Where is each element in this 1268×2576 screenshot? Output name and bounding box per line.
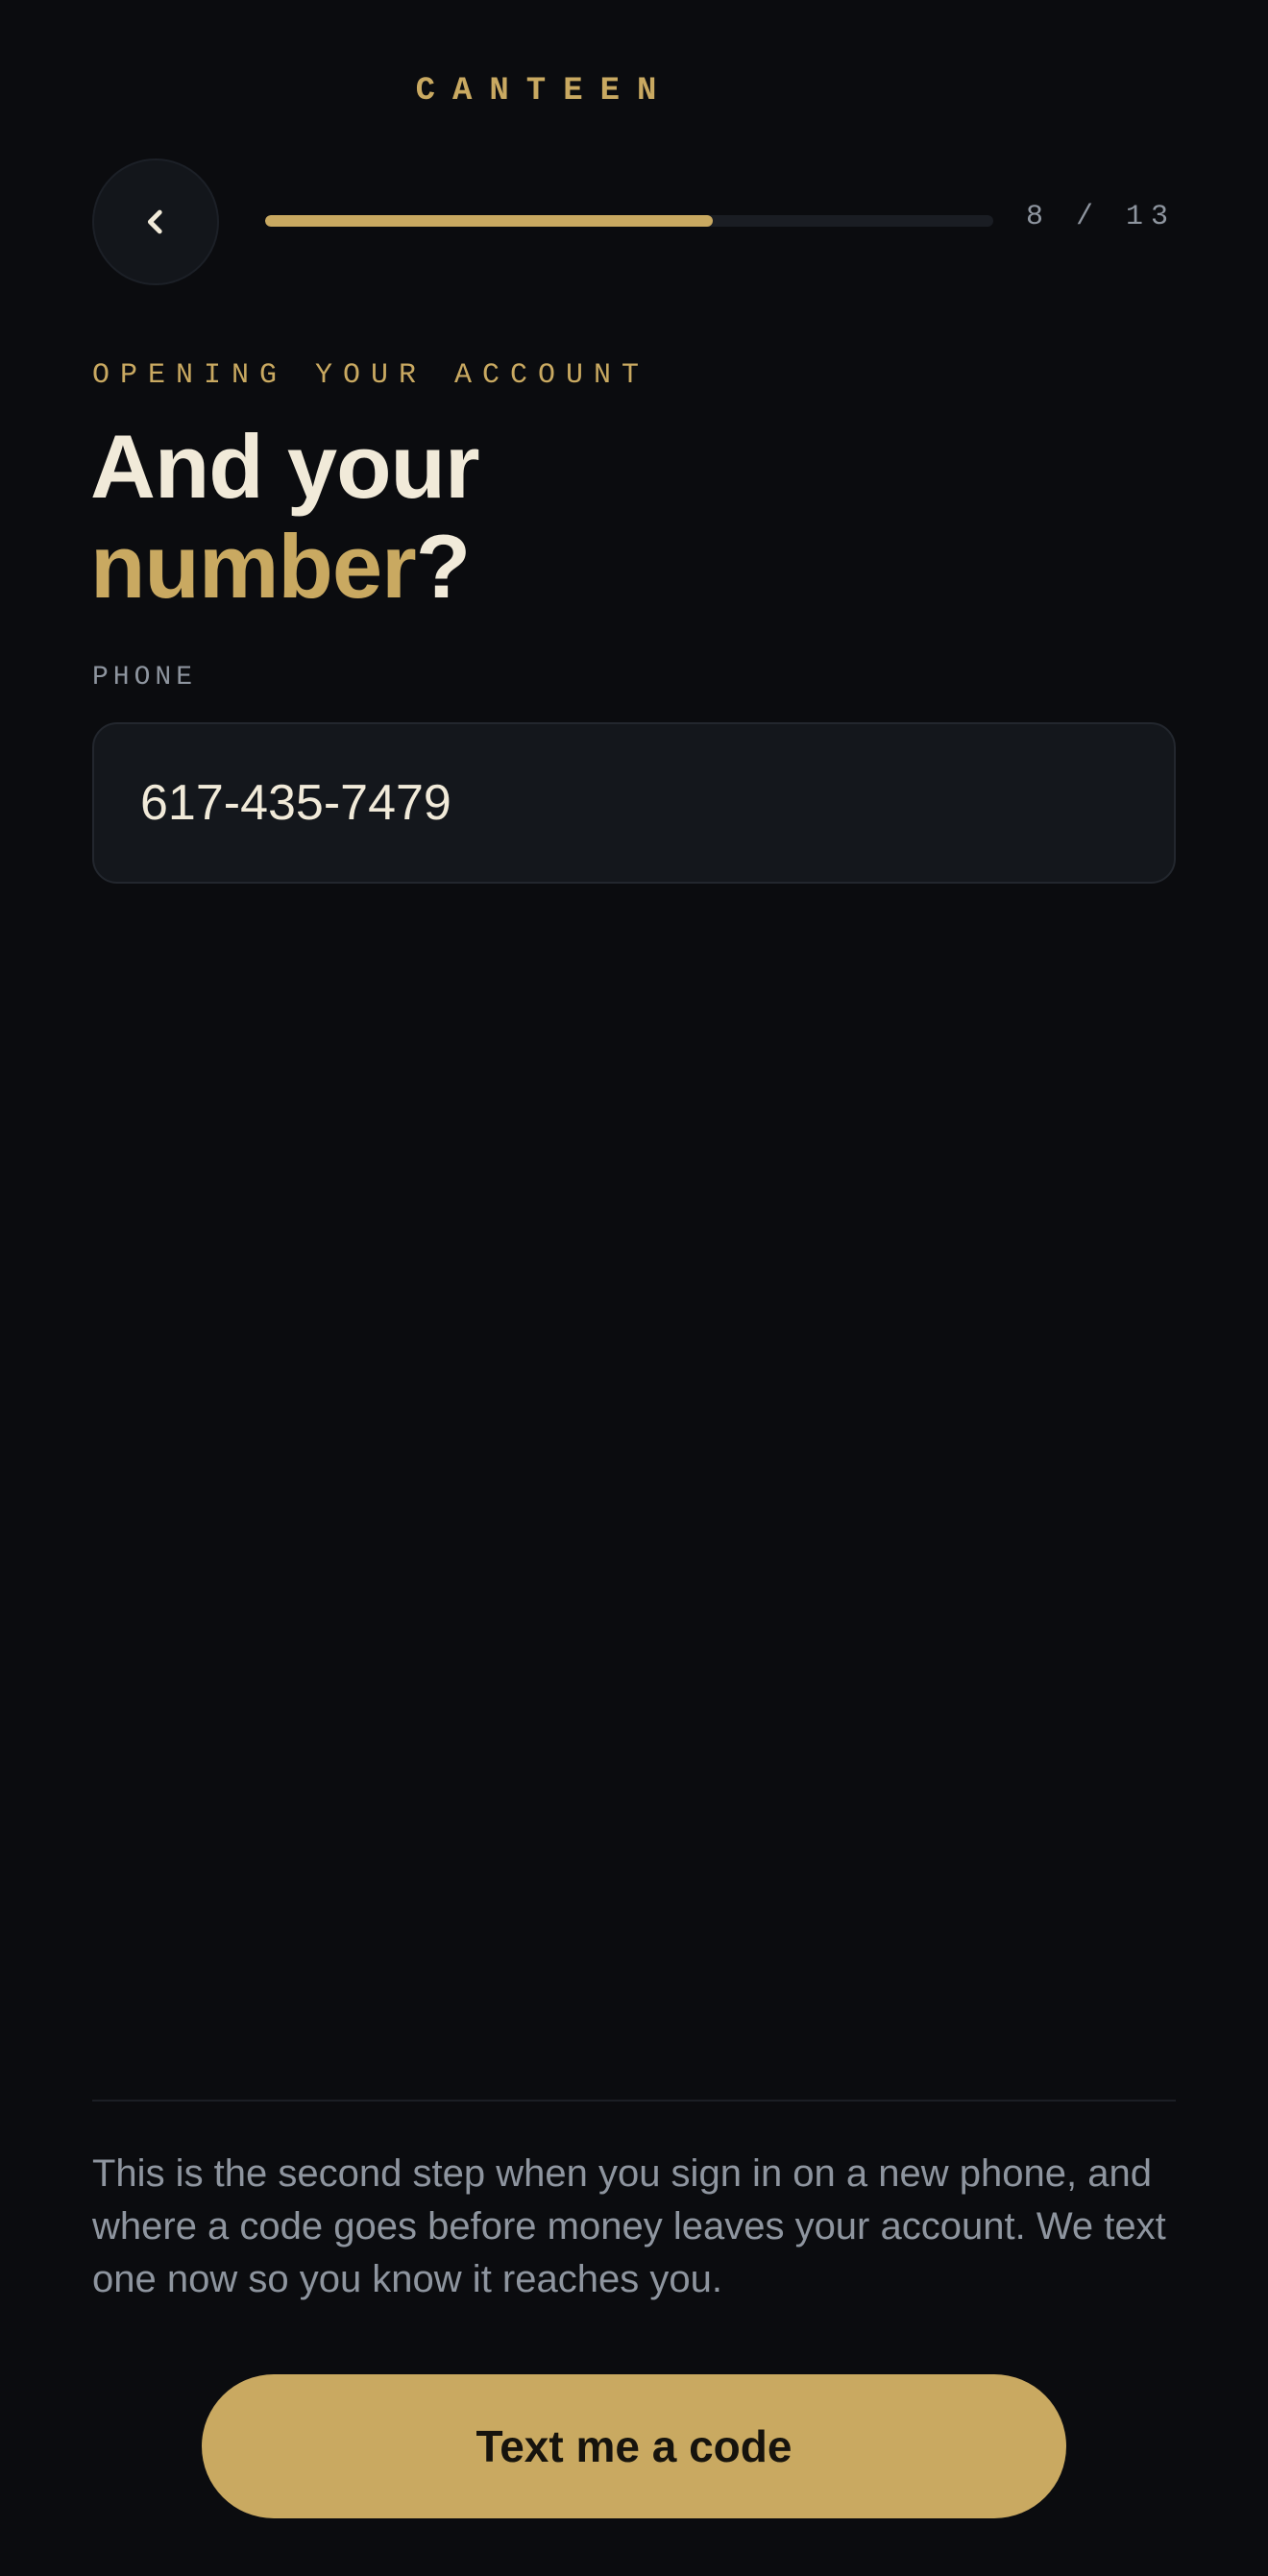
step-counter: 8 / 13: [1025, 201, 1176, 233]
progress-bar: [265, 215, 993, 227]
text-me-code-button[interactable]: Text me a code: [202, 2374, 1066, 2518]
phone-input[interactable]: [92, 722, 1176, 884]
back-button[interactable]: [92, 158, 219, 285]
footer-divider: [92, 2100, 1176, 2102]
page-title: And your number?: [90, 416, 480, 617]
phone-label: PHONE: [92, 663, 198, 693]
progress-bar-fill: [265, 215, 714, 227]
info-text: This is the second step when you sign in…: [92, 2152, 1166, 2300]
brand-wordmark: CANTEEN: [415, 73, 674, 109]
page-title-line1: And your: [90, 416, 480, 517]
chevron-left-icon: [147, 209, 162, 234]
onboarding-header: 8 / 13: [92, 158, 1176, 285]
page-title-suffix: ?: [415, 516, 471, 617]
page-title-accent: number: [90, 516, 417, 617]
section-eyebrow: OPENING YOUR ACCOUNT: [92, 359, 650, 392]
